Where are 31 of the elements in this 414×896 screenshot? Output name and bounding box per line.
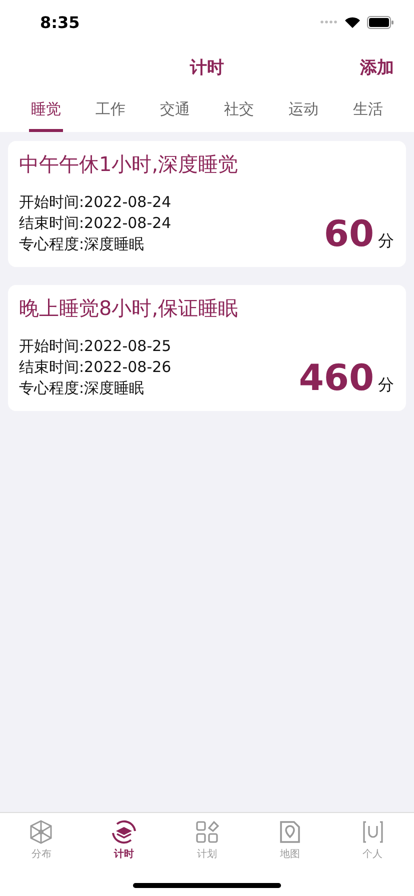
tab-bar-item[interactable]: 地图 [260, 819, 320, 861]
category-tab[interactable]: 生活 [350, 90, 385, 132]
category-tab[interactable]: 社交 [222, 90, 256, 132]
record-detail: 专心程度:深度睡眠 [19, 234, 146, 255]
network-icon [28, 819, 54, 845]
minutes-unit: 分 [378, 375, 394, 396]
record-detail: 结束时间:2022-08-26 [19, 357, 172, 378]
add-button[interactable]: 添加 [360, 56, 394, 79]
record-title: 晚上睡觉8小时,保证睡眠 [19, 295, 240, 322]
record-detail: 专心程度:深度睡眠 [19, 378, 146, 399]
status-time: 8:35 [40, 12, 80, 32]
category-tab[interactable]: 运动 [286, 90, 320, 132]
battery-icon [367, 16, 394, 28]
tab-bar-item[interactable]: 计划 [176, 819, 237, 861]
category-tab[interactable]: 睡觉 [29, 90, 64, 132]
record-title: 中午午休1小时,深度睡觉 [19, 151, 240, 178]
grid-icon [194, 819, 220, 845]
record-detail: 结束时间:2022-08-24 [19, 213, 172, 234]
signal-icon [320, 20, 338, 24]
minutes-unit: 分 [378, 231, 394, 252]
category-tab[interactable]: 交通 [158, 90, 192, 132]
record-detail: 开始时间:2022-08-24 [19, 192, 172, 213]
wifi-icon [344, 16, 361, 28]
tab-bar-item[interactable]: 个人 [342, 819, 403, 861]
minutes-value: 60 [324, 215, 374, 255]
page-title: 计时 [190, 56, 224, 78]
category-tab[interactable]: 工作 [93, 90, 128, 132]
timer-layers-icon [111, 819, 138, 845]
record-detail: 开始时间:2022-08-25 [19, 336, 172, 357]
tab-bar-item[interactable]: 计时 [94, 819, 154, 861]
minutes-value: 460 [298, 359, 374, 399]
